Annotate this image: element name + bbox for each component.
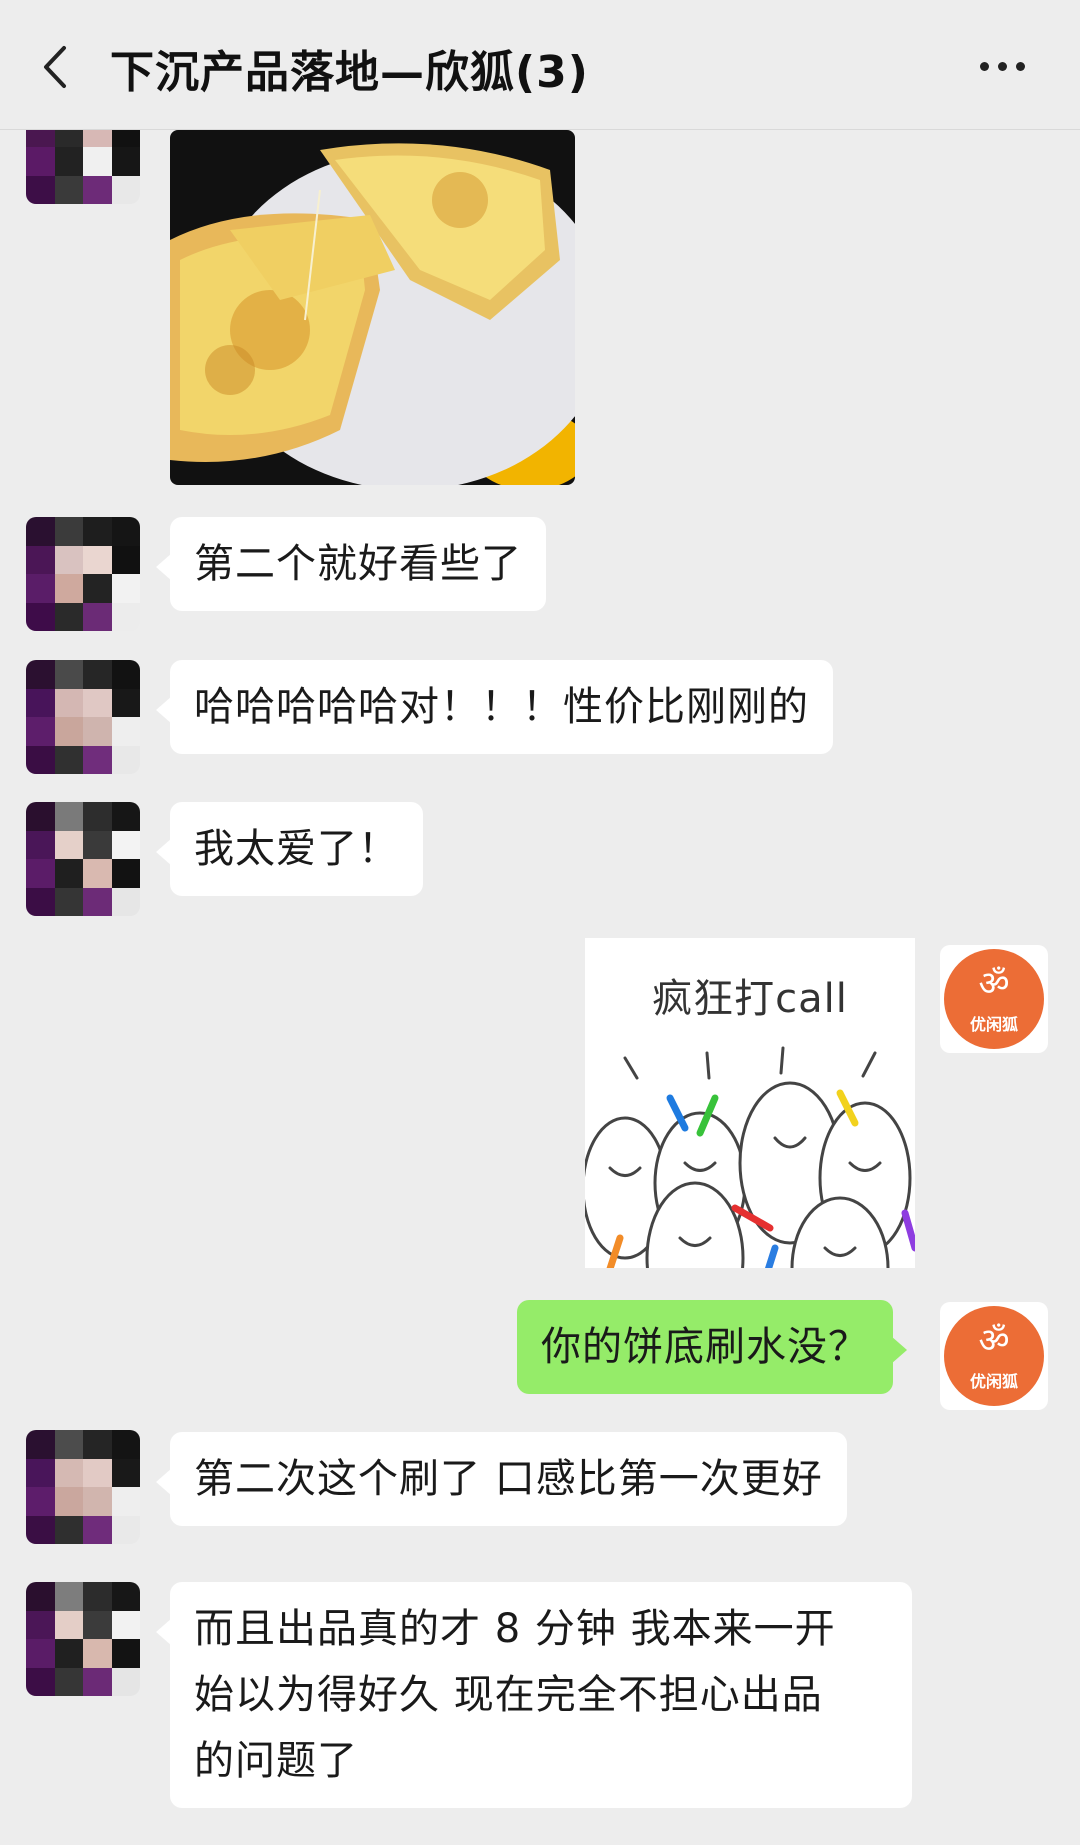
cheering-characters-icon bbox=[585, 1046, 915, 1268]
sticker-caption: 疯狂打call bbox=[652, 976, 848, 1022]
contact-avatar[interactable] bbox=[26, 1582, 140, 1696]
contact-avatar[interactable] bbox=[26, 802, 140, 916]
self-avatar-label: 优闲狐 bbox=[969, 1015, 1018, 1034]
chat-header: 下沉产品落地—欣狐(3) bbox=[0, 0, 1080, 130]
chevron-left-icon[interactable] bbox=[36, 42, 76, 92]
message-text: 哈哈哈哈哈对！！！性价比刚刚的 bbox=[194, 684, 809, 730]
contact-avatar[interactable] bbox=[26, 130, 140, 204]
message-text: 你的饼底刷水没？ bbox=[541, 1324, 869, 1370]
fox-logo-icon: ॐ bbox=[978, 1321, 1010, 1361]
message-image-pizza[interactable] bbox=[170, 130, 575, 485]
message-bubble[interactable]: 我太爱了！ bbox=[156, 802, 423, 896]
message-sticker[interactable]: 疯狂打call bbox=[585, 938, 915, 1268]
message-bubble[interactable]: 哈哈哈哈哈对！！！性价比刚刚的 bbox=[156, 660, 833, 754]
contact-avatar[interactable] bbox=[26, 660, 140, 774]
message-text-line: 而且出品真的才 8 分钟 我本来一开 bbox=[194, 1606, 836, 1652]
message-text-line: 的问题了 bbox=[194, 1738, 358, 1784]
fox-logo-icon: ॐ bbox=[978, 964, 1010, 1004]
contact-avatar[interactable] bbox=[26, 517, 140, 631]
message-bubble[interactable]: 而且出品真的才 8 分钟 我本来一开 始以为得好久 现在完全不担心出品 的问题了 bbox=[156, 1582, 912, 1808]
more-dots-icon[interactable] bbox=[980, 56, 1036, 72]
self-avatar-label: 优闲狐 bbox=[969, 1372, 1018, 1391]
message-text: 第二次这个刷了 口感比第一次更好 bbox=[194, 1456, 823, 1502]
message-bubble[interactable]: 第二次这个刷了 口感比第一次更好 bbox=[156, 1432, 847, 1526]
message-text: 我太爱了！ bbox=[194, 826, 399, 872]
message-text-line: 始以为得好久 现在完全不担心出品 bbox=[194, 1672, 823, 1718]
self-avatar[interactable]: ॐ 优闲狐 bbox=[940, 1302, 1048, 1410]
contact-avatar[interactable] bbox=[26, 1430, 140, 1544]
message-text: 第二个就好看些了 bbox=[194, 541, 522, 587]
message-bubble[interactable]: 你的饼底刷水没？ bbox=[517, 1300, 907, 1394]
self-avatar[interactable]: ॐ 优闲狐 bbox=[940, 945, 1048, 1053]
message-list[interactable]: 第二个就好看些了 哈哈哈哈哈对！！！性价比刚刚的 我太爱了！ ॐ 优闲狐 疯狂打… bbox=[0, 130, 1080, 1845]
message-bubble[interactable]: 第二个就好看些了 bbox=[156, 517, 546, 611]
chat-title: 下沉产品落地—欣狐(3) bbox=[110, 47, 589, 98]
